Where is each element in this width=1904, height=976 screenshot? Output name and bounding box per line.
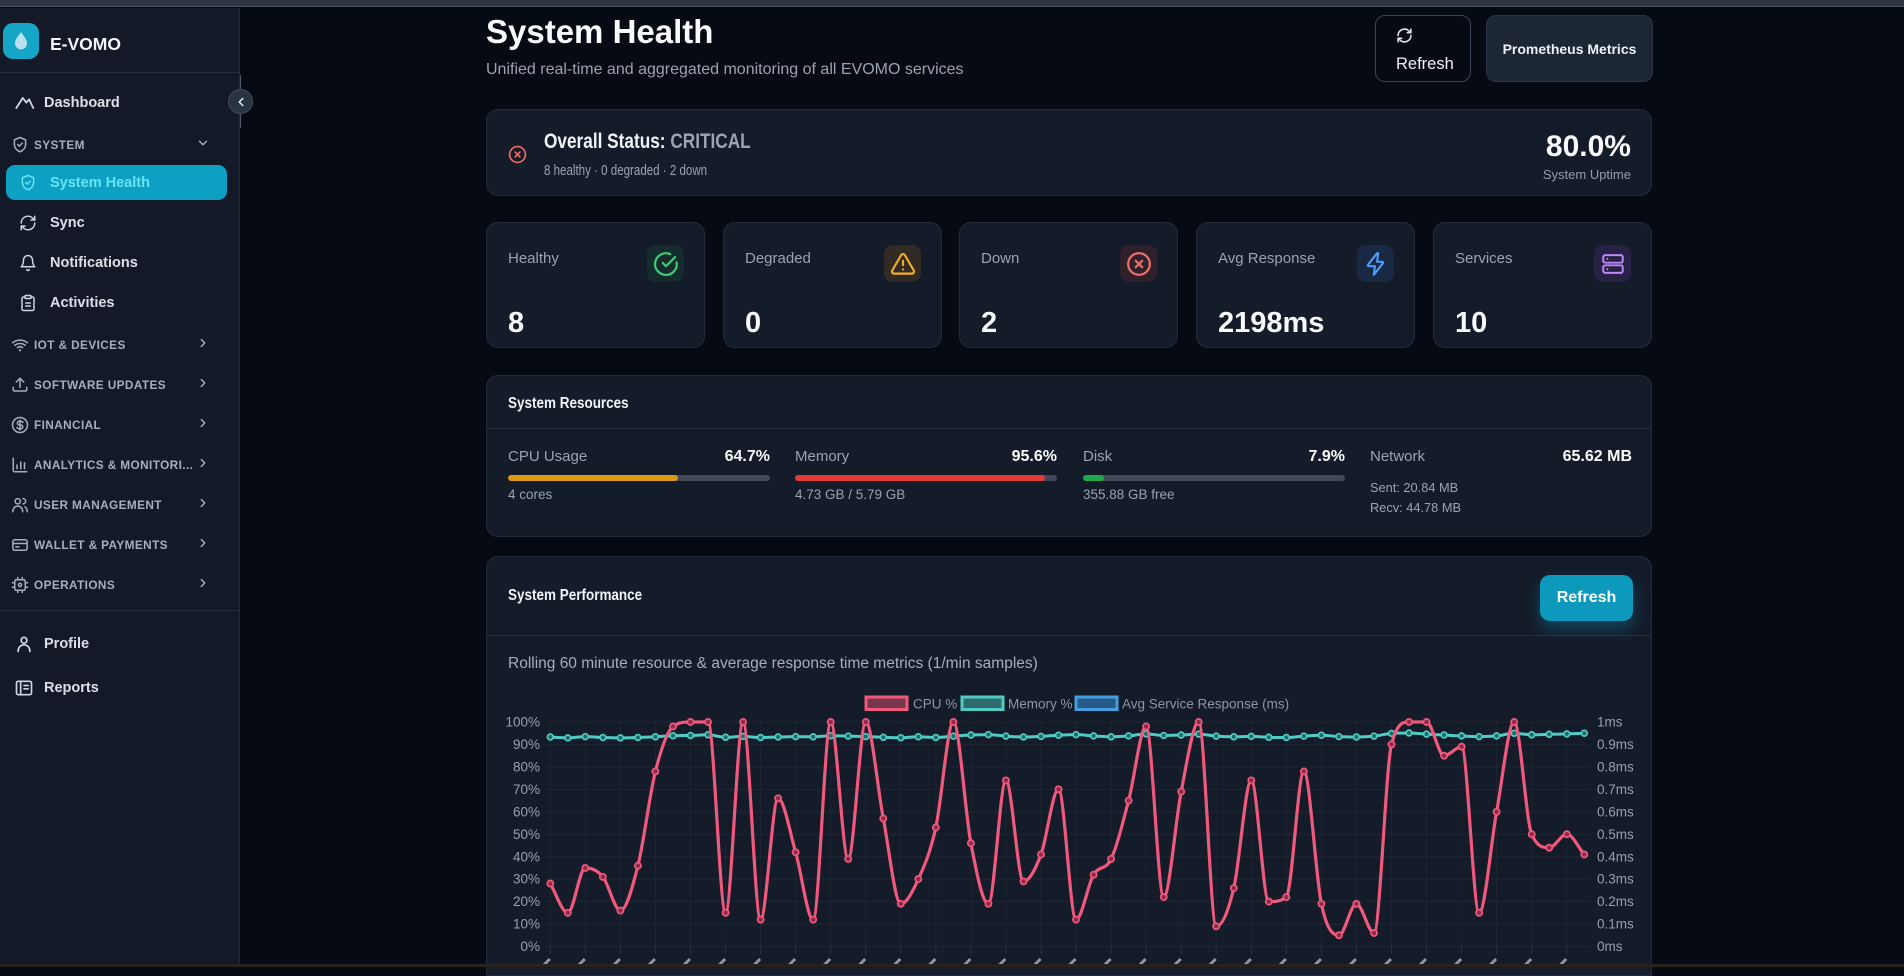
svg-text:40%: 40%	[513, 849, 540, 864]
svg-text:Memory %: Memory %	[1008, 697, 1073, 712]
svg-text:60%: 60%	[513, 804, 540, 819]
svg-text:80%: 80%	[513, 759, 540, 774]
svg-text:70%: 70%	[513, 782, 540, 797]
svg-text:0.4ms: 0.4ms	[1597, 849, 1634, 864]
svg-text:0.7ms: 0.7ms	[1597, 782, 1634, 797]
svg-text:0%: 0%	[520, 939, 540, 954]
svg-text:30%: 30%	[513, 872, 540, 887]
svg-text:0.6ms: 0.6ms	[1597, 804, 1634, 819]
svg-text:0.3ms: 0.3ms	[1597, 872, 1634, 887]
svg-text:90%: 90%	[513, 737, 540, 752]
svg-text:1ms: 1ms	[1597, 715, 1623, 730]
svg-text:CPU %: CPU %	[913, 697, 957, 712]
svg-text:0ms: 0ms	[1597, 939, 1623, 954]
svg-text:0.1ms: 0.1ms	[1597, 917, 1634, 932]
svg-text:0.5ms: 0.5ms	[1597, 827, 1634, 842]
svg-text:100%: 100%	[505, 715, 540, 730]
svg-text:50%: 50%	[513, 827, 540, 842]
svg-text:Avg Service Response (ms): Avg Service Response (ms)	[1122, 697, 1289, 712]
svg-text:10%: 10%	[513, 917, 540, 932]
svg-text:20%: 20%	[513, 894, 540, 909]
svg-text:0.2ms: 0.2ms	[1597, 894, 1634, 909]
svg-text:0.9ms: 0.9ms	[1597, 737, 1634, 752]
svg-text:0.8ms: 0.8ms	[1597, 759, 1634, 774]
